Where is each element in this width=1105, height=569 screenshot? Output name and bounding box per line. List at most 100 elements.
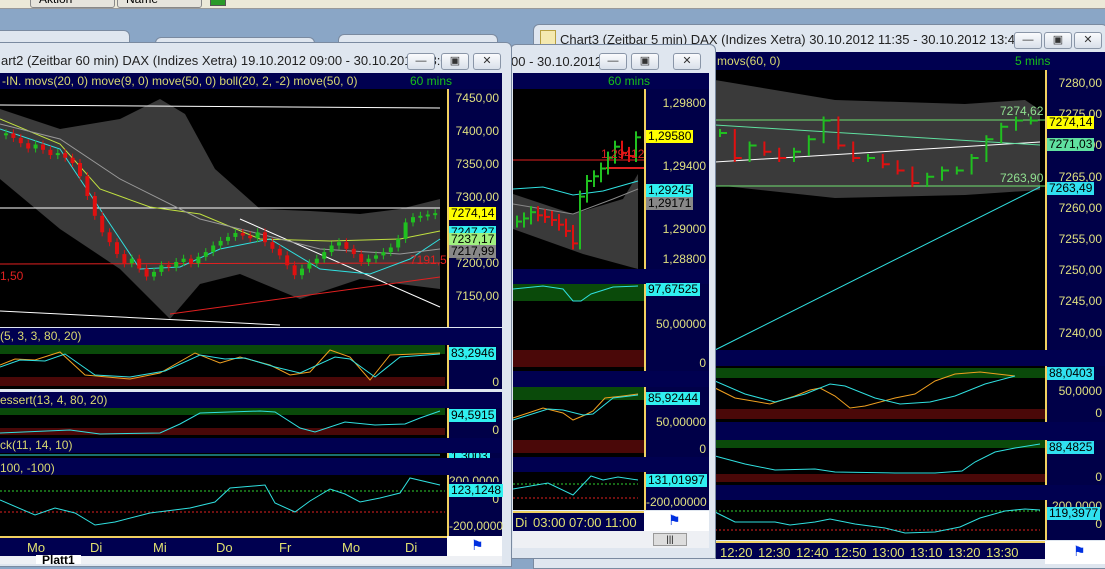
time-label: Mi [153, 540, 167, 555]
candle [366, 258, 371, 262]
time-label: 03:00 [533, 515, 566, 530]
cci-panel[interactable] [714, 500, 1045, 540]
candle [248, 235, 253, 239]
oscillator-svg [0, 408, 445, 435]
aktion-column-button[interactable]: Aktion [30, 0, 115, 8]
minimize-button[interactable]: — [1014, 32, 1042, 49]
time-label: 13:30 [986, 545, 1019, 560]
ma-line-cyan [512, 180, 639, 196]
oscillator-panel[interactable] [0, 408, 447, 438]
axis-tick: 0 [699, 356, 706, 370]
scrollbar-thumb[interactable]: ||| [653, 533, 687, 546]
axis-tick: 1,29000 [662, 222, 706, 236]
oscillator-panel[interactable] [714, 440, 1045, 485]
axis-tick: 0 [1095, 470, 1102, 484]
time-label: 13:00 [872, 545, 905, 560]
cci-svg [714, 508, 1041, 534]
candle [322, 252, 327, 259]
close-button[interactable]: ✕ [473, 53, 501, 70]
time-label: 12:50 [834, 545, 867, 560]
candle [314, 258, 319, 264]
panel-header: (5, 3, 3, 80, 20) [0, 328, 502, 345]
candle [307, 263, 312, 269]
chart2-header: -IN. movs(20, 0) move(9, 0) move(50, 0) … [0, 73, 502, 89]
close-button[interactable]: ✕ [673, 53, 701, 70]
candle [115, 242, 119, 255]
candle [78, 163, 82, 177]
cci-panel[interactable] [0, 475, 447, 536]
indicator-label: -IN. movs(20, 0) move(9, 0) move(50, 0) … [2, 74, 358, 88]
name-column-button[interactable]: Name [117, 0, 202, 8]
mid-panel-3[interactable] [512, 472, 644, 510]
horizontal-scrollbar[interactable]: ||| [513, 531, 709, 548]
flag-icon[interactable]: ⚑ [644, 511, 709, 531]
candle [129, 258, 134, 264]
flag-icon[interactable]: ⚑ [447, 536, 502, 556]
stochastic-panel[interactable] [714, 366, 1045, 422]
candle [85, 176, 90, 196]
candle [18, 137, 23, 144]
indicator-label: movs(60, 0) [717, 54, 781, 68]
oscillator-svg [714, 440, 1045, 482]
axis-tick: 50,00000 [655, 415, 706, 429]
value-tag: 85,92444 [646, 391, 701, 405]
time-label: Di [90, 540, 103, 555]
ma-tag: 1,29171 [646, 196, 694, 210]
axis-tick: 200,0000 [449, 474, 500, 482]
mid-panel-2[interactable] [512, 387, 644, 457]
cci-line [0, 477, 441, 526]
axis-tick: -200,00000 [646, 495, 707, 509]
candle [270, 242, 275, 249]
cci-line [714, 508, 1041, 534]
chart3-header: movs(60, 0) 5 mins [715, 52, 1105, 70]
interval-label: 5 mins [1015, 54, 1051, 68]
value-tag: 123,1248 [449, 483, 504, 497]
candle [255, 232, 260, 239]
time-axis: 12:20 12:30 12:40 12:50 13:00 13:10 13:20 13:30 [715, 541, 1045, 560]
panel-header: ck(11, 14, 10) [0, 438, 502, 453]
chart3-price-plot[interactable]: 7274,62 7263,90 [714, 70, 1045, 351]
candle [48, 149, 53, 156]
value-tag: 119,3977 [1047, 506, 1101, 520]
chart3-price-axis: 7280,007275,007270,007265,007260,007255,… [1045, 70, 1105, 350]
time-label: 07:00 [569, 515, 602, 530]
maximize-button[interactable]: ▣ [441, 53, 469, 70]
panel-header [715, 350, 1105, 366]
candle [211, 245, 216, 253]
candle [292, 265, 297, 276]
axis-tick: 7300,00 [455, 190, 499, 204]
candle [122, 254, 127, 264]
time-label: Di [405, 540, 418, 555]
chart-mid-price-axis: 1,29800 1,29400 1,29000 1,28800 [644, 89, 709, 269]
value-tag: 88,4825 [1047, 440, 1095, 454]
close-button[interactable]: ✕ [1074, 32, 1102, 49]
chart-mid-price-plot[interactable]: 1,29412 [512, 89, 644, 269]
chart2-price-svg [0, 99, 441, 326]
top-toolbar: Aktion Name [0, 0, 1105, 9]
candle [4, 133, 8, 136]
time-axis: Di 03:00 07:00 11:00 [513, 511, 644, 531]
last-price-tag: 7274,14 [1047, 115, 1095, 129]
flag-icon[interactable]: ⚑ [1045, 541, 1105, 564]
axis-tick: 0 [492, 423, 499, 437]
sheet-tab-bar: Platt1 [0, 555, 502, 564]
chart-mid-header: 60 mins [513, 73, 709, 89]
stochastic-svg [0, 345, 445, 386]
stochastic-panel[interactable] [0, 345, 447, 389]
maximize-button[interactable]: ▣ [1044, 32, 1072, 49]
minimize-button[interactable]: — [407, 53, 435, 70]
candle [218, 240, 223, 246]
low-label: 7263,90 [1000, 171, 1044, 185]
mid-panel-1[interactable] [512, 284, 644, 371]
minimize-button[interactable]: — [599, 53, 627, 70]
sheet-tab-platt1[interactable]: Platt1 [36, 555, 81, 564]
candle [181, 258, 186, 262]
last-price-tag: 7274,14 [449, 206, 497, 220]
chart3-price-svg [714, 80, 1045, 351]
panel-header: 100, -100) [0, 458, 502, 475]
maximize-button[interactable]: ▣ [631, 53, 659, 70]
candle [344, 242, 349, 249]
green-status-icon[interactable] [210, 0, 226, 6]
ma-tag: 7263,49 [1047, 181, 1095, 195]
chart2-price-plot[interactable]: 1,50 7191,50 [0, 89, 453, 327]
